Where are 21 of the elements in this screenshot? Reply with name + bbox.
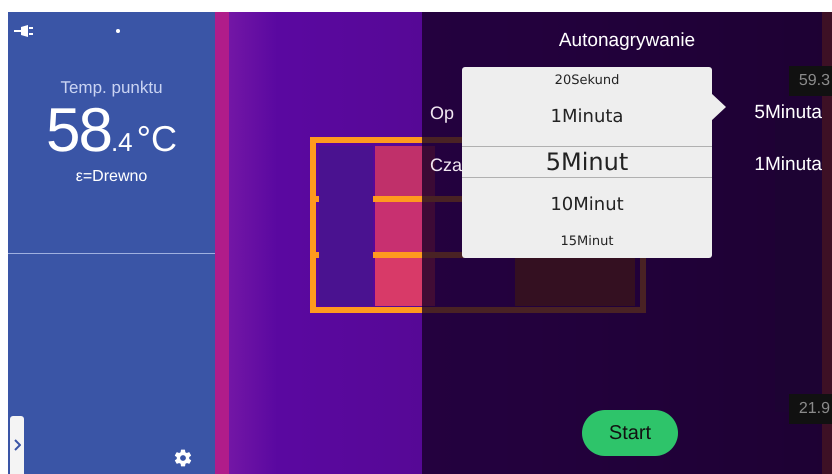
plug-icon: [14, 25, 36, 37]
setting-label: Op: [430, 102, 454, 124]
setting-value[interactable]: 1Minuta: [754, 154, 822, 176]
settings-icon[interactable]: [173, 448, 193, 468]
scale-min-label: 21.9: [788, 394, 832, 424]
temperature-reading: 58.4°C: [46, 100, 178, 162]
picker-option[interactable]: 15Minut: [462, 234, 712, 250]
setting-label: Cza: [430, 154, 462, 176]
start-button[interactable]: Start: [582, 410, 678, 456]
dialog-title: Autonagrywanie: [558, 30, 696, 52]
dot-icon: [116, 29, 120, 33]
picker-option[interactable]: 10Minut: [462, 194, 712, 217]
temperature-label: Temp. punktu: [60, 78, 163, 98]
picker-option[interactable]: 20Sekund: [462, 73, 712, 90]
setting-value[interactable]: 5Minuta: [754, 102, 822, 124]
picker-option[interactable]: 5Minut: [462, 146, 712, 178]
scale-max-label: 59.3: [788, 66, 832, 96]
emissivity-label: ε=Drewno: [76, 168, 148, 186]
expand-tab[interactable]: [10, 416, 24, 474]
chevron-icon: [14, 439, 20, 451]
picker-option[interactable]: 1Minuta: [462, 106, 712, 129]
